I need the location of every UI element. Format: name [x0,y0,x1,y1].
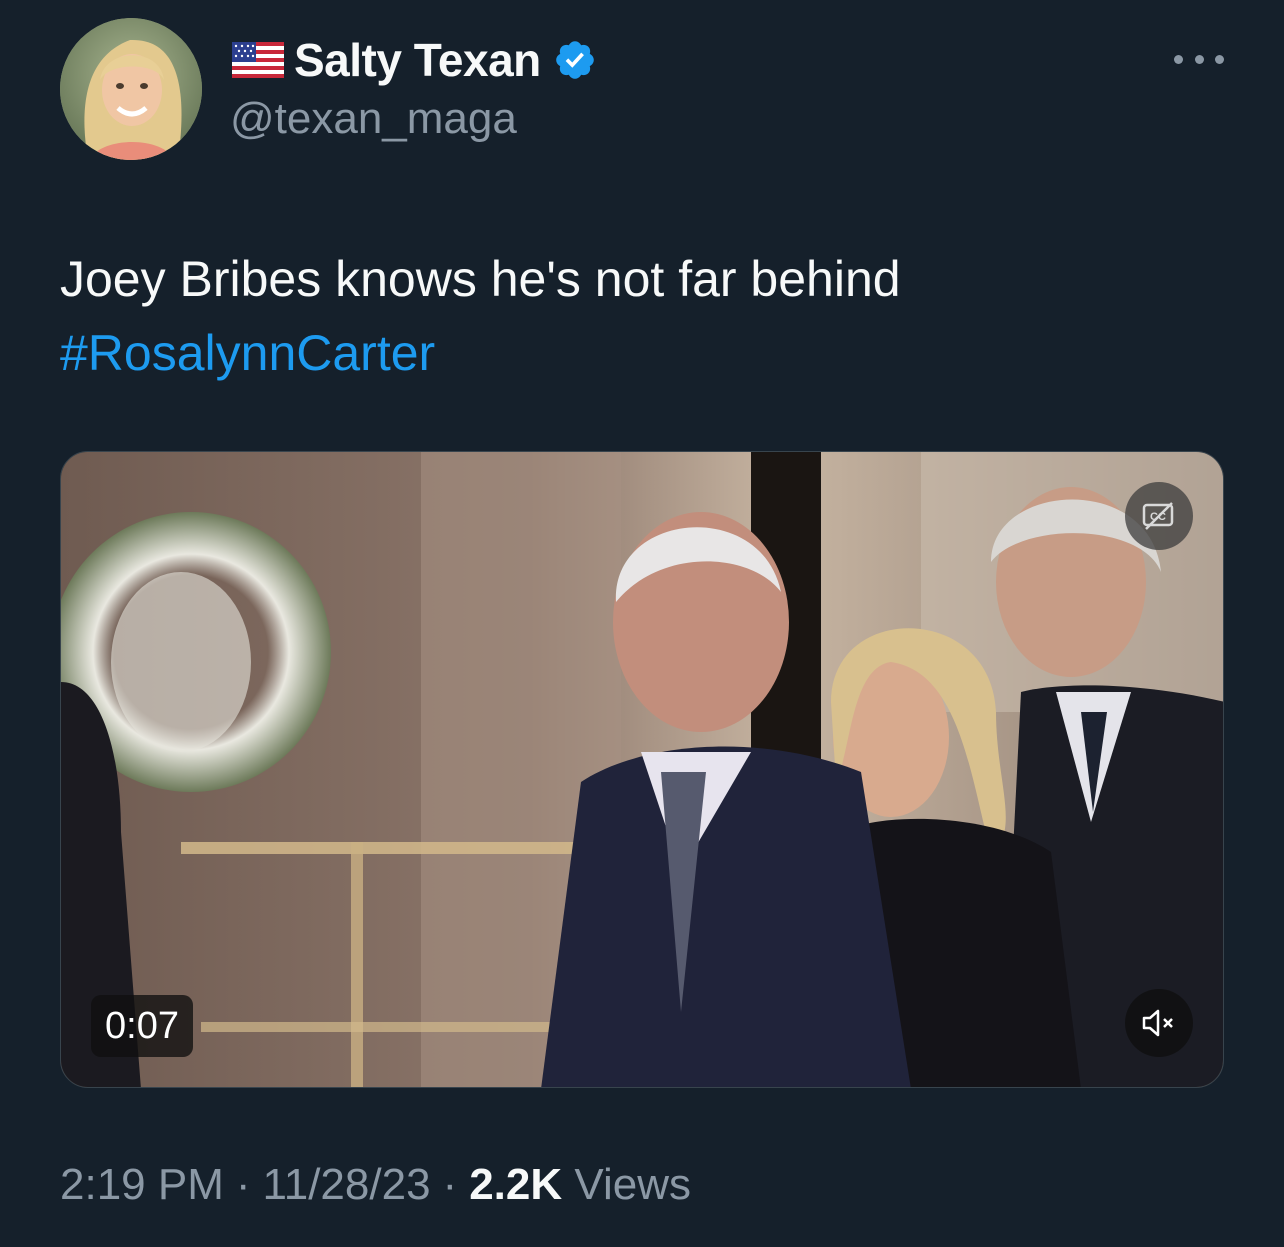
video-player[interactable]: CC 0:07 [60,451,1224,1088]
us-flag-icon [232,42,284,78]
video-frame [61,452,1223,1087]
more-dot [1215,54,1224,64]
video-duration: 0:07 [91,995,193,1057]
closed-captions-glyph: CC [1142,502,1174,530]
closed-captions-icon[interactable]: CC [1125,482,1193,550]
verified-badge-icon [555,41,594,79]
avatar-image [60,18,202,160]
meta-separator: · [235,1160,251,1209]
tweet-meta: 2:19 PM · 11/28/23 · 2.2K Views [60,1160,691,1210]
author-name-row[interactable]: Salty Texan [232,30,597,90]
meta-separator: · [442,1160,458,1209]
tweet-date[interactable]: 11/28/23 [263,1160,431,1210]
author-handle[interactable]: @texan_maga [230,94,517,144]
more-dot [1174,54,1183,64]
tweet-body: Joey Bribes knows he's not far behind [60,251,901,307]
avatar[interactable] [60,18,202,160]
views-count: 2.2K [469,1160,563,1209]
hashtag-link[interactable]: #RosalynnCarter [60,316,1220,390]
views-label: Views [574,1160,691,1209]
more-options-icon[interactable] [1174,44,1224,74]
muted-speaker-icon[interactable] [1125,989,1193,1057]
tweet-time[interactable]: 2:19 PM [60,1160,224,1210]
more-dot [1194,54,1204,64]
tweet-text: Joey Bribes knows he's not far behind #R… [60,242,1220,390]
author-display-name[interactable]: Salty Texan [294,33,541,87]
muted-speaker-glyph [1142,1009,1173,1037]
tweet-card: Salty Texan @texan_maga Joey Bribes know… [0,0,1284,1247]
